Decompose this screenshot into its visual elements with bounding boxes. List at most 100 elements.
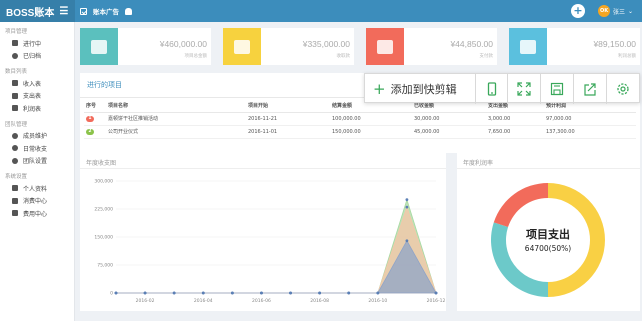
expand-button[interactable] [507,74,540,104]
money-bag-icon [520,39,536,54]
sidebar-section-title: 团队管理 [5,121,28,128]
divider [80,168,446,169]
stat-label: 支付款 [479,54,494,59]
data-point [347,291,351,295]
row-index-badge: 1 [86,116,94,122]
stat-value: ¥89,150.00 [593,39,636,49]
expense-amount: 3,000.00 [486,112,544,126]
bell-icon[interactable] [125,7,132,15]
nav-title[interactable]: 账本广告 [93,6,119,16]
data-point [405,239,409,243]
avatar: OK [598,5,610,17]
project-start: 2016-11-01 [246,125,330,139]
stat-label: 收取款 [336,54,351,59]
sidebar-item-members[interactable]: 成员维护 [0,130,74,143]
coins-icon [91,39,107,54]
upload-icon [12,80,18,87]
donut-slice [493,183,548,228]
table-row[interactable]: 2 公司开业仪式 2016-11-01 150,000.00 45,000.00… [84,125,636,139]
phone-icon [487,82,496,96]
sidebar-item-label: 已归档 [23,53,42,61]
sidebar-item-profit[interactable]: 利润表 [0,102,74,115]
expense-amount: 7,650.00 [486,125,544,139]
sidebar-item-label: 消费中心 [23,198,48,206]
share-icon [584,83,596,96]
sidebar-item-label: 利润表 [23,105,42,113]
brand-logo[interactable]: BOSS账本 ☰ [0,0,75,22]
user-menu[interactable]: OK 张三 ⌄ [598,5,633,17]
stat-card-total[interactable]: ¥460,000.00 项目总金额 [80,28,211,65]
stat-cards: ¥460,000.00 项目总金额 ¥335,000.00 收取款 ¥44,85… [80,28,640,65]
save-button[interactable] [540,74,573,104]
settle-amount: 100,000.00 [330,112,412,126]
sidebar-item-expense[interactable]: 支出表 [0,90,74,103]
stat-card-profit[interactable]: ¥89,150.00 利润总额 [509,28,640,65]
data-point [230,291,234,295]
stat-tile [80,28,118,65]
brand-name: BOSS账本 [6,7,55,19]
data-point [318,291,322,295]
data-point [434,291,438,295]
profit-chart-title: 年度利润率 [463,160,494,167]
sidebar-item-team-settings[interactable]: 团队设置 [0,155,74,168]
table-row[interactable]: 1 嘉顿饼干社区推销活动 2016-11-21 100,000.00 30,00… [84,112,636,126]
row-index-cell: 2 [84,125,106,139]
y-tick-label: 75,000 [97,263,113,269]
plus-icon: + [373,80,386,98]
data-point [376,291,380,295]
column-header: 项目名称 [106,100,246,113]
phone-button[interactable] [474,74,508,104]
y-tick-label: 300,000 [94,179,113,185]
gear-icon [12,157,18,164]
row-index-badge: 2 [86,129,94,135]
add-to-clip-button[interactable]: + 添加到快剪辑 [365,74,475,104]
sidebar-item-label: 收入表 [23,80,42,88]
project-start: 2016-11-21 [246,112,330,126]
sidebar-item-income[interactable]: 收入表 [0,77,74,90]
top-bar: BOSS账本 ☰ 账本广告 + OK 张三 ⌄ [0,0,642,22]
data-point [143,291,147,295]
sidebar-item-label: 费用中心 [23,210,48,218]
x-tick-label: 2016-10 [368,298,387,304]
data-point [260,291,263,295]
save-icon [551,82,564,96]
sidebar-item-in-progress[interactable]: 进行中 [0,37,74,50]
wallet-icon [12,210,18,217]
expand-icon [517,82,532,96]
data-point [201,291,205,295]
received-amount: 30,000.00 [412,112,486,126]
data-point [172,291,176,295]
settings-button[interactable] [606,74,639,104]
sidebar-item-profile[interactable]: 个人资料 [0,182,74,195]
projects-table: 序号 项目名称 项目开始 结算金额 已收金额 支出金额 预计利润 1 嘉顿饼干社… [84,100,636,139]
stat-card-paid[interactable]: ¥44,850.00 支付款 [366,28,497,65]
data-point [405,205,409,209]
x-tick-label: 2016-02 [136,298,155,304]
sidebar-item-daily[interactable]: 日常收支 [0,142,74,155]
y-tick-label: 150,000 [94,235,113,241]
menu-icon[interactable]: ☰ [59,6,68,17]
check-circle-icon [12,52,18,59]
download-icon [12,92,18,99]
revenue-chart-title: 年度收支图 [86,160,117,167]
x-tick-label: 2016-08 [310,298,329,304]
stat-value: ¥335,000.00 [302,39,350,49]
profit-donut-chart: 项目支出 64700(50%) [491,183,605,297]
sidebar-item-billing[interactable]: 费用中心 [0,207,74,220]
sidebar-item-archived[interactable]: 已归档 [0,50,74,63]
y-tick-label: 225,000 [94,207,113,213]
share-button[interactable] [573,74,606,104]
car-icon [12,197,18,204]
received-amount: 45,000.00 [412,125,486,139]
sidebar-item-consumption[interactable]: 消费中心 [0,195,74,208]
donut-center-title: 项目支出 [526,227,570,241]
column-header: 序号 [84,100,106,113]
sidebar-item-label: 日常收支 [23,145,48,153]
checkbox-icon[interactable] [80,7,87,15]
row-index-cell: 1 [84,112,106,126]
add-button[interactable]: + [571,4,585,18]
stat-label: 项目总金额 [184,54,208,59]
stat-card-received[interactable]: ¥335,000.00 收取款 [223,28,354,65]
settings-icon [617,83,629,95]
projects-title: 进行的项目 [87,81,122,89]
